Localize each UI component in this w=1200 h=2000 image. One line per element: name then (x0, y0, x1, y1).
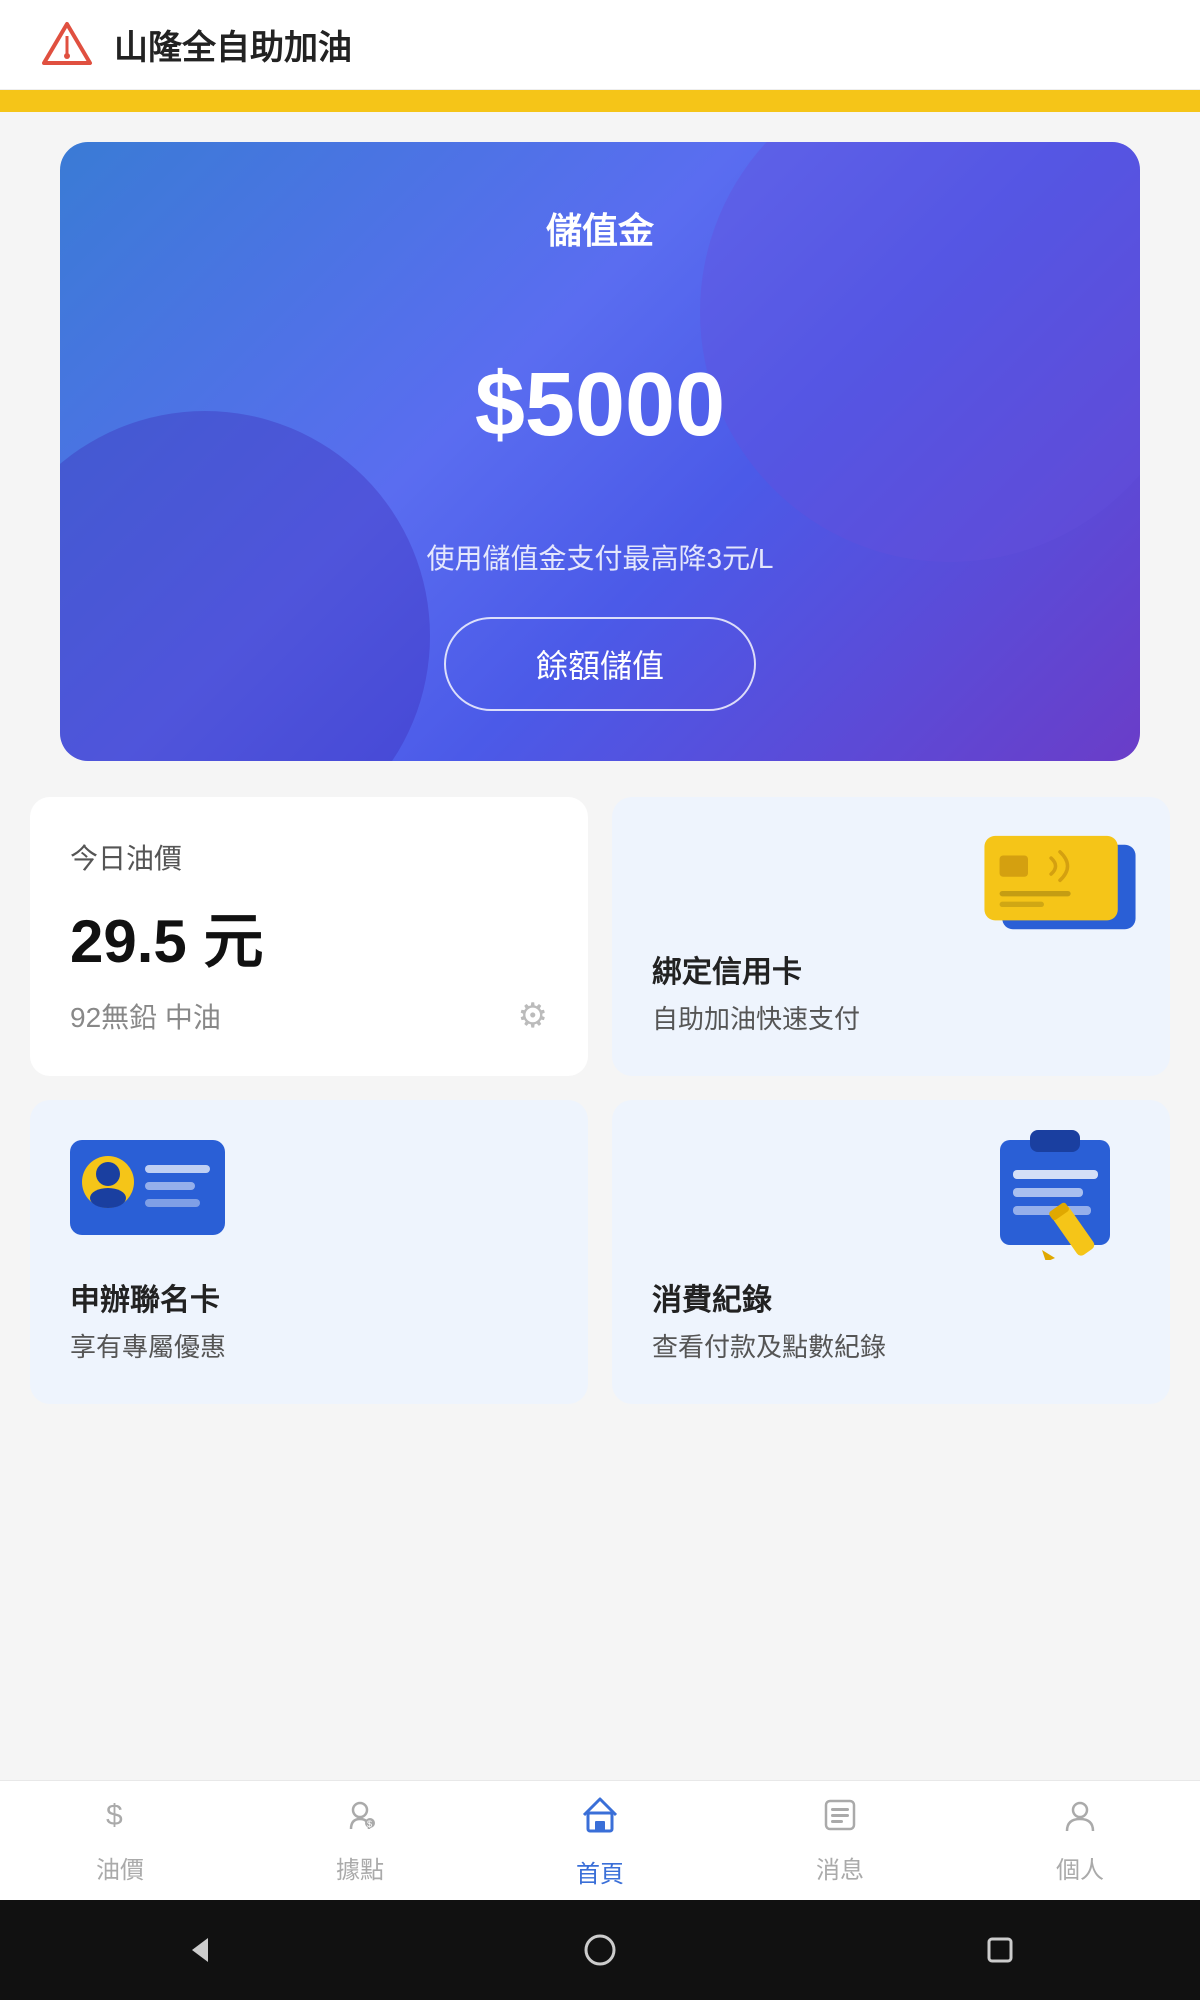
member-card-feature[interactable]: 申辦聯名卡 享有專屬優惠 (30, 1100, 588, 1404)
nav-item-news[interactable]: 消息 (720, 1787, 960, 1895)
balance-subtitle: 使用儲值金支付最高降3元/L (427, 537, 774, 577)
balance-card-title: 儲值金 (546, 202, 654, 254)
nav-points-label: 據點 (336, 1850, 384, 1885)
nav-item-home[interactable]: 首頁 (480, 1783, 720, 1899)
oil-price-value: 29.5 元 (70, 893, 548, 980)
nav-points-icon: $ (342, 1797, 378, 1842)
grid-row-2: 申辦聯名卡 享有專屬優惠 消費紀錄 查看付款及點數紀錄 (30, 1100, 1170, 1404)
svg-text:$: $ (106, 1799, 123, 1832)
nav-news-icon (822, 1797, 858, 1842)
nav-item-profile[interactable]: 個人 (960, 1787, 1200, 1895)
nav-oil-price-icon: $ (102, 1797, 138, 1842)
balance-card-container: 儲值金 $5000 使用儲值金支付最高降3元/L 餘額儲值 (30, 142, 1170, 761)
settings-icon[interactable]: ⚙ (518, 996, 548, 1036)
balance-amount: $5000 (475, 354, 725, 457)
receipt-feature-sublabel: 查看付款及點數紀錄 (652, 1327, 1130, 1364)
member-card-feature-label: 申辦聯名卡 (70, 1275, 548, 1319)
bottom-navigation: $ 油價 $ 據點 首頁 (0, 1780, 1200, 1900)
yellow-accent-strip (0, 90, 1200, 112)
app-logo-icon (40, 18, 94, 72)
oil-price-card: 今日油價 29.5 元 92無鉛 中油 ⚙ (30, 797, 588, 1076)
svg-text:$: $ (367, 1819, 372, 1829)
member-card-icon (70, 1130, 235, 1245)
grid-row-1: 今日油價 29.5 元 92無鉛 中油 ⚙ 綁定信用卡 自助加油快 (30, 797, 1170, 1076)
receipt-feature-label: 消費紀錄 (652, 1275, 1130, 1319)
nav-item-points[interactable]: $ 據點 (240, 1787, 480, 1895)
app-header: 山隆全自助加油 (0, 0, 1200, 90)
member-card-feature-sublabel: 享有專屬優惠 (70, 1327, 548, 1364)
nav-oil-price-label: 油價 (96, 1850, 144, 1885)
topup-button[interactable]: 餘額儲值 (444, 617, 756, 711)
credit-card-feature-label: 綁定信用卡 (652, 947, 1130, 991)
nav-profile-icon (1062, 1797, 1098, 1842)
oil-type-label: 92無鉛 中油 (70, 996, 548, 1036)
nav-home-icon (578, 1793, 622, 1846)
balance-card: 儲值金 $5000 使用儲值金支付最高降3元/L 餘額儲值 (60, 142, 1140, 761)
android-nav-bar (0, 1900, 1200, 2000)
credit-card-feature[interactable]: 綁定信用卡 自助加油快速支付 (612, 797, 1170, 1076)
receipt-feature[interactable]: 消費紀錄 查看付款及點數紀錄 (612, 1100, 1170, 1404)
receipt-icon (985, 1120, 1140, 1265)
app-title: 山隆全自助加油 (114, 20, 352, 69)
nav-profile-label: 個人 (1056, 1850, 1104, 1885)
nav-home-label: 首頁 (576, 1854, 624, 1889)
credit-card-feature-sublabel: 自助加油快速支付 (652, 999, 1130, 1036)
android-recents-button[interactable] (975, 1925, 1025, 1975)
android-home-button[interactable] (575, 1925, 625, 1975)
nav-item-oil-price[interactable]: $ 油價 (0, 1787, 240, 1895)
credit-card-icon (980, 827, 1140, 947)
oil-price-label: 今日油價 (70, 837, 548, 877)
nav-news-label: 消息 (816, 1850, 864, 1885)
android-back-button[interactable] (175, 1925, 225, 1975)
